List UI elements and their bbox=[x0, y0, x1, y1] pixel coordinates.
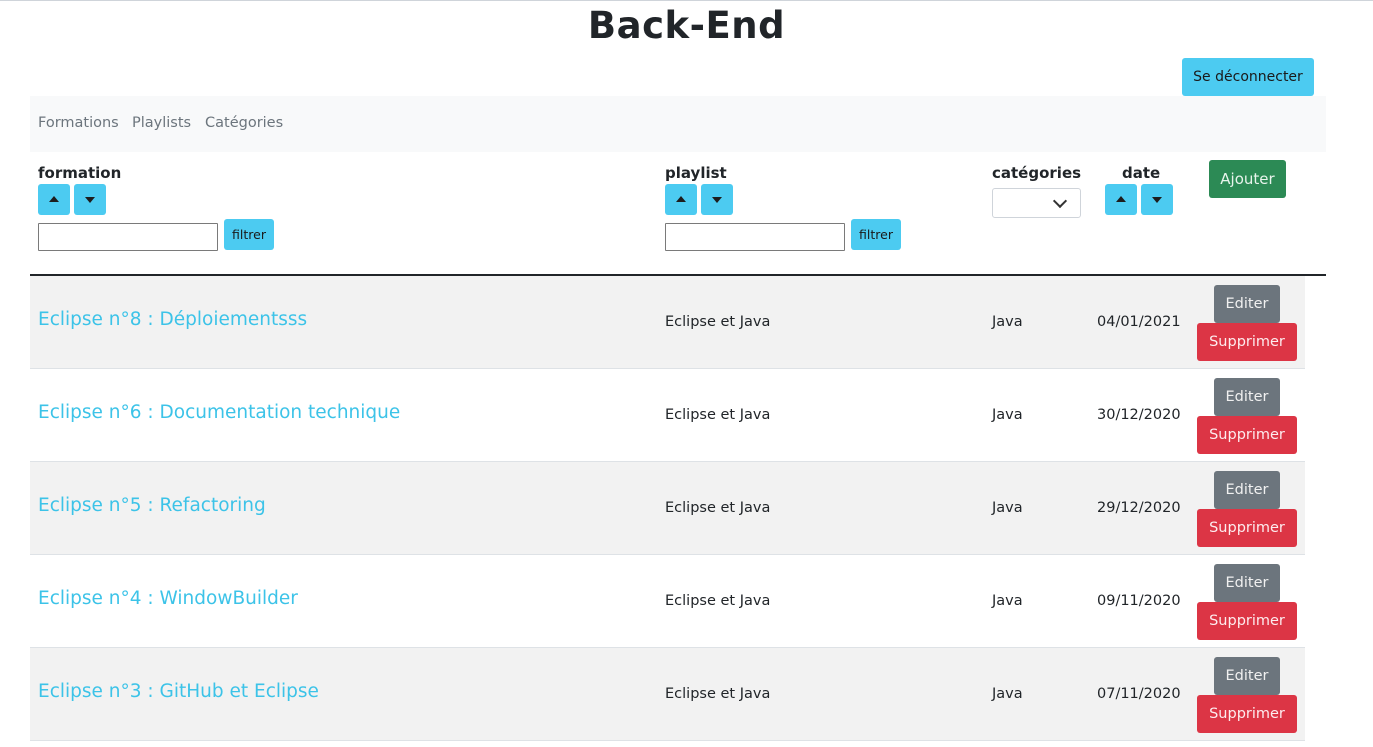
edit-button[interactable]: Editer bbox=[1214, 564, 1280, 602]
date-sort-desc-button[interactable] bbox=[1141, 184, 1173, 215]
date-cell: 09/11/2020 bbox=[1097, 593, 1181, 609]
delete-button[interactable]: Supprimer bbox=[1197, 695, 1297, 733]
add-button[interactable]: Ajouter bbox=[1209, 160, 1286, 198]
table-row: Eclipse n°5 : Refactoring Eclipse et Jav… bbox=[30, 462, 1305, 555]
edit-button[interactable]: Editer bbox=[1214, 378, 1280, 416]
playlist-cell: Eclipse et Java bbox=[665, 407, 771, 423]
nav-link-formations[interactable]: Formations bbox=[38, 115, 119, 131]
arrow-up-icon bbox=[676, 196, 686, 202]
header-date: date bbox=[1122, 164, 1161, 182]
top-border bbox=[0, 0, 1373, 1]
playlist-cell: Eclipse et Java bbox=[665, 314, 771, 330]
edit-button[interactable]: Editer bbox=[1214, 471, 1280, 509]
category-cell: Java bbox=[992, 500, 1023, 516]
delete-button[interactable]: Supprimer bbox=[1197, 602, 1297, 640]
category-cell: Java bbox=[992, 314, 1023, 330]
date-sort-asc-button[interactable] bbox=[1105, 184, 1137, 215]
playlist-sort-asc-button[interactable] bbox=[665, 184, 697, 215]
formation-title-link[interactable]: Eclipse n°8 : Déploiementsss bbox=[38, 309, 307, 330]
table-row: Eclipse n°4 : WindowBuilder Eclipse et J… bbox=[30, 555, 1305, 648]
category-cell: Java bbox=[992, 407, 1023, 423]
playlist-cell: Eclipse et Java bbox=[665, 593, 771, 609]
formation-sort-desc-button[interactable] bbox=[74, 184, 106, 215]
formation-title-link[interactable]: Eclipse n°5 : Refactoring bbox=[38, 495, 266, 516]
header-playlist: playlist bbox=[665, 164, 727, 182]
table-row: Eclipse n°6 : Documentation technique Ec… bbox=[30, 369, 1305, 462]
formation-title-link[interactable]: Eclipse n°4 : WindowBuilder bbox=[38, 588, 298, 609]
playlist-cell: Eclipse et Java bbox=[665, 686, 771, 702]
formation-title-link[interactable]: Eclipse n°3 : GitHub et Eclipse bbox=[38, 681, 319, 702]
header-categories: catégories bbox=[992, 164, 1082, 182]
formation-filter-input[interactable] bbox=[38, 223, 218, 251]
delete-button[interactable]: Supprimer bbox=[1197, 323, 1297, 361]
nav-link-playlists[interactable]: Playlists bbox=[132, 115, 191, 131]
playlist-sort-desc-button[interactable] bbox=[701, 184, 733, 215]
playlist-filter-input[interactable] bbox=[665, 223, 845, 251]
arrow-up-icon bbox=[49, 196, 59, 202]
edit-button[interactable]: Editer bbox=[1214, 657, 1280, 695]
nav-link-categories[interactable]: Catégories bbox=[205, 115, 283, 131]
table-row: Eclipse n°8 : Déploiementsss Eclipse et … bbox=[30, 276, 1305, 369]
date-cell: 07/11/2020 bbox=[1097, 686, 1181, 702]
category-select[interactable] bbox=[992, 188, 1081, 218]
logout-button[interactable]: Se déconnecter bbox=[1182, 58, 1314, 96]
category-cell: Java bbox=[992, 686, 1023, 702]
formation-sort-asc-button[interactable] bbox=[38, 184, 70, 215]
arrow-down-icon bbox=[1152, 197, 1162, 203]
date-cell: 29/12/2020 bbox=[1097, 500, 1181, 516]
delete-button[interactable]: Supprimer bbox=[1197, 416, 1297, 454]
header-formation: formation bbox=[38, 164, 122, 182]
date-cell: 30/12/2020 bbox=[1097, 407, 1181, 423]
delete-button[interactable]: Supprimer bbox=[1197, 509, 1297, 547]
playlist-cell: Eclipse et Java bbox=[665, 500, 771, 516]
category-cell: Java bbox=[992, 593, 1023, 609]
formation-title-link[interactable]: Eclipse n°6 : Documentation technique bbox=[38, 402, 400, 423]
navbar: Formations Playlists Catégories bbox=[30, 96, 1326, 152]
arrow-down-icon bbox=[85, 197, 95, 203]
arrow-up-icon bbox=[1116, 196, 1126, 202]
date-cell: 04/01/2021 bbox=[1097, 314, 1181, 330]
formation-filter-button[interactable]: filtrer bbox=[224, 219, 274, 250]
playlist-filter-button[interactable]: filtrer bbox=[851, 219, 901, 250]
arrow-down-icon bbox=[712, 197, 722, 203]
edit-button[interactable]: Editer bbox=[1214, 285, 1280, 323]
chevron-down-icon bbox=[1052, 193, 1068, 209]
table-row: Eclipse n°3 : GitHub et Eclipse Eclipse … bbox=[30, 648, 1305, 741]
page-title: Back-End bbox=[587, 4, 786, 47]
